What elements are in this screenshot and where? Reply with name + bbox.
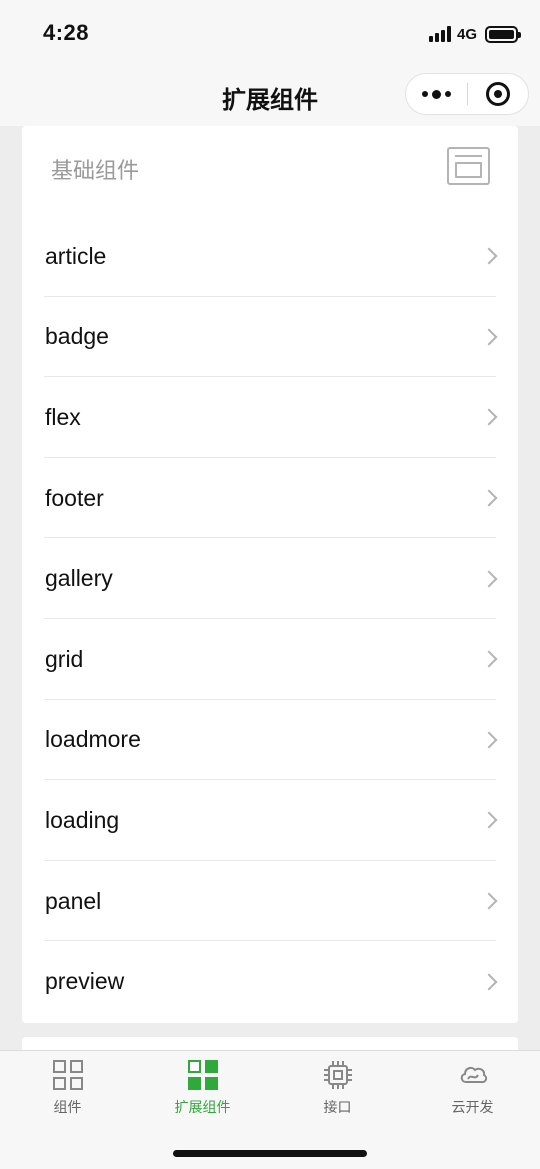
chip-icon <box>323 1060 353 1090</box>
status-bar: 4:28 4G <box>0 0 540 66</box>
tab-extended-components[interactable]: 扩展组件 <box>135 1051 270 1126</box>
grid-icon <box>52 1060 83 1090</box>
list-item-label: loadmore <box>45 726 141 753</box>
cloud-icon <box>458 1060 488 1090</box>
signal-icon <box>428 26 451 42</box>
tab-label: 云开发 <box>451 1099 494 1115</box>
list-item-gallery[interactable]: gallery <box>22 538 518 619</box>
list-item-flex[interactable]: flex <box>22 377 518 458</box>
section-title: 基础组件 <box>51 158 140 183</box>
list-item-preview[interactable]: preview <box>22 941 518 1022</box>
section-header[interactable]: 基础组件 <box>22 126 518 210</box>
chevron-right-icon <box>480 408 498 426</box>
chevron-right-icon <box>480 650 498 668</box>
list-item-label: loading <box>45 806 120 833</box>
list-item-badge[interactable]: badge <box>22 297 518 378</box>
chevron-right-icon <box>480 570 498 588</box>
window-icon <box>447 147 490 185</box>
home-indicator <box>173 1150 367 1157</box>
mini-program-capsule <box>405 73 529 115</box>
target-icon <box>485 82 510 106</box>
chevron-right-icon <box>480 973 498 991</box>
status-time: 4:28 <box>43 20 90 45</box>
list-item-label: footer <box>45 484 104 511</box>
tab-api[interactable]: 接口 <box>270 1051 405 1126</box>
component-list: article badge flex footer gallery grid l… <box>22 216 518 1022</box>
chevron-right-icon <box>480 247 498 265</box>
chevron-right-icon <box>480 892 498 910</box>
more-icon[interactable] <box>406 73 467 115</box>
chevron-right-icon <box>480 328 498 346</box>
battery-icon <box>485 25 521 43</box>
status-indicators: 4G <box>428 22 521 46</box>
list-item-label: gallery <box>45 565 113 592</box>
tab-label: 组件 <box>53 1099 82 1115</box>
list-item-loadmore[interactable]: loadmore <box>22 700 518 781</box>
list-item-grid[interactable]: grid <box>22 619 518 700</box>
list-item-label: flex <box>45 403 81 430</box>
grid-filled-icon <box>187 1060 218 1090</box>
nav-bar: 扩展组件 <box>0 66 540 126</box>
list-item-label: preview <box>45 968 125 995</box>
network-type: 4G <box>456 25 477 43</box>
chevron-right-icon <box>480 731 498 749</box>
chevron-right-icon <box>480 489 498 507</box>
list-item-label: badge <box>45 323 109 350</box>
list-item-footer[interactable]: footer <box>22 458 518 539</box>
list-item-label: panel <box>45 887 102 914</box>
section-card: 基础组件 article badge flex footer gallery g… <box>22 126 518 1023</box>
tab-cloud[interactable]: 云开发 <box>405 1051 540 1126</box>
tab-components[interactable]: 组件 <box>0 1051 135 1126</box>
list-item-panel[interactable]: panel <box>22 861 518 942</box>
tab-label: 接口 <box>323 1099 352 1115</box>
close-miniprogram-button[interactable] <box>468 73 528 115</box>
tab-label: 扩展组件 <box>174 1099 231 1115</box>
list-item-loading[interactable]: loading <box>22 780 518 861</box>
list-item-label: grid <box>45 645 84 672</box>
list-item-label: article <box>45 242 107 269</box>
list-item-article[interactable]: article <box>22 216 518 297</box>
chevron-right-icon <box>480 811 498 829</box>
